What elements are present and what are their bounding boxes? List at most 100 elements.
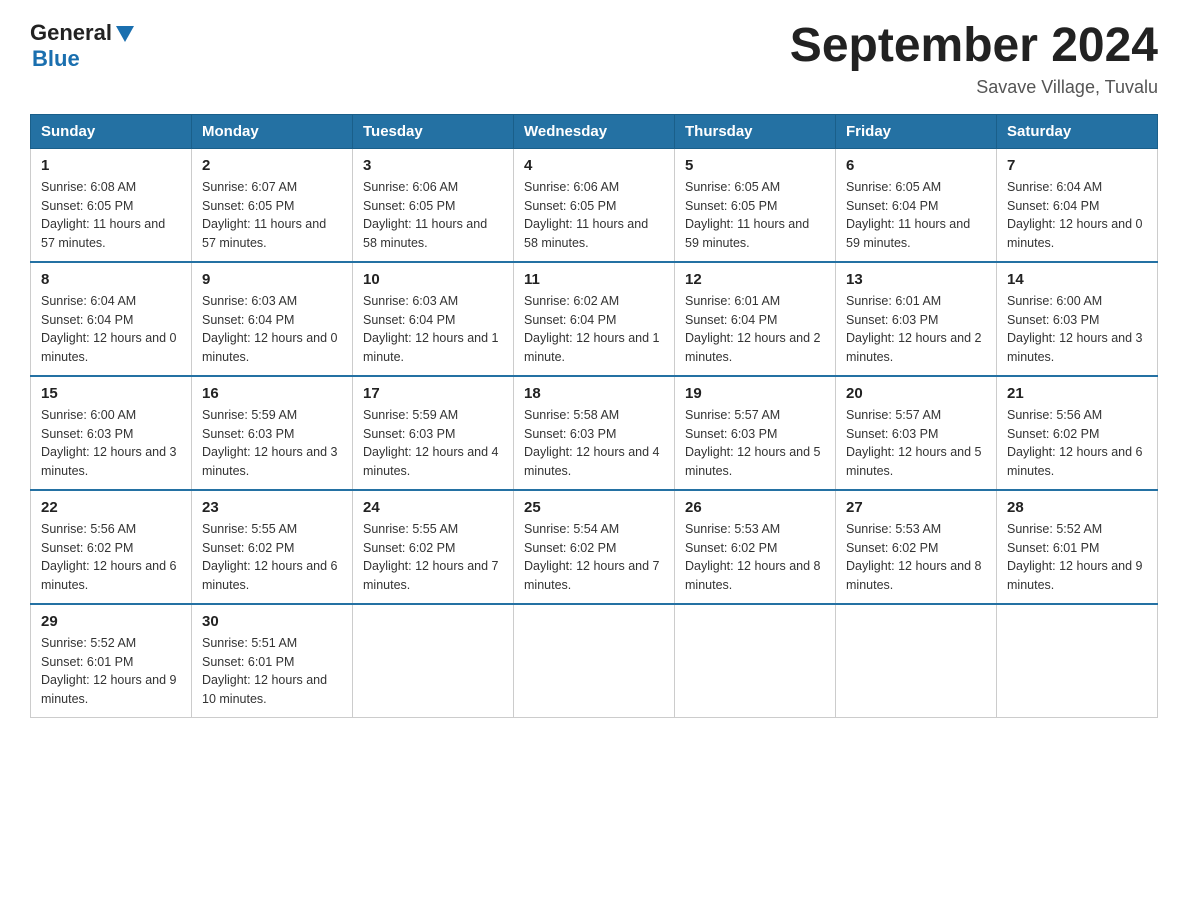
day-number: 19 xyxy=(685,385,825,402)
calendar-cell: 20 Sunrise: 5:57 AMSunset: 6:03 PMDayligh… xyxy=(836,376,997,490)
day-number: 20 xyxy=(846,385,986,402)
calendar-cell: 12 Sunrise: 6:01 AMSunset: 6:04 PMDayligh… xyxy=(675,262,836,376)
calendar-cell: 25 Sunrise: 5:54 AMSunset: 6:02 PMDayligh… xyxy=(514,490,675,604)
day-info: Sunrise: 5:54 AMSunset: 6:02 PMDaylight:… xyxy=(524,520,664,595)
calendar-cell: 30 Sunrise: 5:51 AMSunset: 6:01 PMDayligh… xyxy=(192,604,353,718)
day-info: Sunrise: 6:03 AMSunset: 6:04 PMDaylight:… xyxy=(202,292,342,367)
calendar-cell: 18Sunrise: 5:58 AMSunset: 6:03 PMDayligh… xyxy=(514,376,675,490)
day-info: Sunrise: 5:58 AMSunset: 6:03 PMDaylight:… xyxy=(524,406,664,481)
calendar-cell: 22 Sunrise: 5:56 AMSunset: 6:02 PMDayligh… xyxy=(31,490,192,604)
calendar-cell: 24 Sunrise: 5:55 AMSunset: 6:02 PMDayligh… xyxy=(353,490,514,604)
day-info: Sunrise: 5:55 AMSunset: 6:02 PMDaylight:… xyxy=(363,520,503,595)
calendar-cell: 15 Sunrise: 6:00 AMSunset: 6:03 PMDayligh… xyxy=(31,376,192,490)
calendar-cell: 23 Sunrise: 5:55 AMSunset: 6:02 PMDayligh… xyxy=(192,490,353,604)
day-info: Sunrise: 6:07 AMSunset: 6:05 PMDaylight:… xyxy=(202,178,342,253)
calendar-cell: 26 Sunrise: 5:53 AMSunset: 6:02 PMDayligh… xyxy=(675,490,836,604)
header-saturday: Saturday xyxy=(997,114,1158,148)
calendar-cell xyxy=(514,604,675,718)
header-tuesday: Tuesday xyxy=(353,114,514,148)
calendar-cell: 9 Sunrise: 6:03 AMSunset: 6:04 PMDaylight… xyxy=(192,262,353,376)
day-number: 5 xyxy=(685,157,825,174)
calendar-cell: 14 Sunrise: 6:00 AMSunset: 6:03 PMDayligh… xyxy=(997,262,1158,376)
day-info: Sunrise: 5:59 AMSunset: 6:03 PMDaylight:… xyxy=(363,406,503,481)
logo: General Blue xyxy=(30,20,136,72)
day-info: Sunrise: 6:04 AMSunset: 6:04 PMDaylight:… xyxy=(1007,178,1147,253)
day-number: 21 xyxy=(1007,385,1147,402)
day-number: 23 xyxy=(202,499,342,516)
calendar-cell: 29 Sunrise: 5:52 AMSunset: 6:01 PMDayligh… xyxy=(31,604,192,718)
calendar-week-row: 29 Sunrise: 5:52 AMSunset: 6:01 PMDayligh… xyxy=(31,604,1158,718)
header-wednesday: Wednesday xyxy=(514,114,675,148)
day-info: Sunrise: 6:04 AMSunset: 6:04 PMDaylight:… xyxy=(41,292,181,367)
day-info: Sunrise: 6:03 AMSunset: 6:04 PMDaylight:… xyxy=(363,292,503,367)
calendar-cell: 8Sunrise: 6:04 AMSunset: 6:04 PMDaylight… xyxy=(31,262,192,376)
day-number: 3 xyxy=(363,157,503,174)
day-info: Sunrise: 5:55 AMSunset: 6:02 PMDaylight:… xyxy=(202,520,342,595)
header-sunday: Sunday xyxy=(31,114,192,148)
day-number: 10 xyxy=(363,271,503,288)
header-thursday: Thursday xyxy=(675,114,836,148)
calendar-cell: 17 Sunrise: 5:59 AMSunset: 6:03 PMDayligh… xyxy=(353,376,514,490)
calendar-table: SundayMondayTuesdayWednesdayThursdayFrid… xyxy=(30,114,1158,718)
day-number: 1 xyxy=(41,157,181,174)
calendar-cell xyxy=(353,604,514,718)
day-info: Sunrise: 6:00 AMSunset: 6:03 PMDaylight:… xyxy=(41,406,181,481)
day-number: 30 xyxy=(202,613,342,630)
day-info: Sunrise: 6:01 AMSunset: 6:03 PMDaylight:… xyxy=(846,292,986,367)
day-number: 12 xyxy=(685,271,825,288)
calendar-cell: 5 Sunrise: 6:05 AMSunset: 6:05 PMDaylight… xyxy=(675,148,836,262)
day-info: Sunrise: 5:51 AMSunset: 6:01 PMDaylight:… xyxy=(202,634,342,709)
calendar-cell xyxy=(675,604,836,718)
header-monday: Monday xyxy=(192,114,353,148)
day-info: Sunrise: 6:06 AMSunset: 6:05 PMDaylight:… xyxy=(363,178,503,253)
day-number: 16 xyxy=(202,385,342,402)
month-title: September 2024 xyxy=(790,20,1158,73)
logo-general: General xyxy=(30,20,112,46)
day-number: 15 xyxy=(41,385,181,402)
title-block: September 2024 Savave Village, Tuvalu xyxy=(790,20,1158,98)
day-info: Sunrise: 5:56 AMSunset: 6:02 PMDaylight:… xyxy=(41,520,181,595)
day-info: Sunrise: 6:05 AMSunset: 6:05 PMDaylight:… xyxy=(685,178,825,253)
day-number: 2 xyxy=(202,157,342,174)
calendar-cell: 27 Sunrise: 5:53 AMSunset: 6:02 PMDayligh… xyxy=(836,490,997,604)
day-info: Sunrise: 5:56 AMSunset: 6:02 PMDaylight:… xyxy=(1007,406,1147,481)
day-info: Sunrise: 5:52 AMSunset: 6:01 PMDaylight:… xyxy=(1007,520,1147,595)
day-number: 22 xyxy=(41,499,181,516)
calendar-cell: 21 Sunrise: 5:56 AMSunset: 6:02 PMDayligh… xyxy=(997,376,1158,490)
day-number: 7 xyxy=(1007,157,1147,174)
day-info: Sunrise: 6:00 AMSunset: 6:03 PMDaylight:… xyxy=(1007,292,1147,367)
day-number: 14 xyxy=(1007,271,1147,288)
day-number: 17 xyxy=(363,385,503,402)
day-info: Sunrise: 5:53 AMSunset: 6:02 PMDaylight:… xyxy=(846,520,986,595)
calendar-cell: 19 Sunrise: 5:57 AMSunset: 6:03 PMDayligh… xyxy=(675,376,836,490)
calendar-cell: 10 Sunrise: 6:03 AMSunset: 6:04 PMDayligh… xyxy=(353,262,514,376)
day-number: 28 xyxy=(1007,499,1147,516)
calendar-cell: 13 Sunrise: 6:01 AMSunset: 6:03 PMDayligh… xyxy=(836,262,997,376)
day-number: 25 xyxy=(524,499,664,516)
day-info: Sunrise: 6:01 AMSunset: 6:04 PMDaylight:… xyxy=(685,292,825,367)
calendar-week-row: 1 Sunrise: 6:08 AMSunset: 6:05 PMDaylight… xyxy=(31,148,1158,262)
calendar-week-row: 8Sunrise: 6:04 AMSunset: 6:04 PMDaylight… xyxy=(31,262,1158,376)
day-number: 9 xyxy=(202,271,342,288)
day-info: Sunrise: 6:06 AMSunset: 6:05 PMDaylight:… xyxy=(524,178,664,253)
day-info: Sunrise: 6:05 AMSunset: 6:04 PMDaylight:… xyxy=(846,178,986,253)
calendar-cell: 3 Sunrise: 6:06 AMSunset: 6:05 PMDaylight… xyxy=(353,148,514,262)
day-info: Sunrise: 5:53 AMSunset: 6:02 PMDaylight:… xyxy=(685,520,825,595)
day-number: 4 xyxy=(524,157,664,174)
day-info: Sunrise: 5:57 AMSunset: 6:03 PMDaylight:… xyxy=(685,406,825,481)
calendar-cell: 4 Sunrise: 6:06 AMSunset: 6:05 PMDaylight… xyxy=(514,148,675,262)
calendar-cell: 6Sunrise: 6:05 AMSunset: 6:04 PMDaylight… xyxy=(836,148,997,262)
calendar-cell: 1 Sunrise: 6:08 AMSunset: 6:05 PMDaylight… xyxy=(31,148,192,262)
calendar-cell xyxy=(997,604,1158,718)
day-info: Sunrise: 5:57 AMSunset: 6:03 PMDaylight:… xyxy=(846,406,986,481)
calendar-cell: 28 Sunrise: 5:52 AMSunset: 6:01 PMDayligh… xyxy=(997,490,1158,604)
day-number: 27 xyxy=(846,499,986,516)
calendar-cell: 16Sunrise: 5:59 AMSunset: 6:03 PMDayligh… xyxy=(192,376,353,490)
day-info: Sunrise: 6:08 AMSunset: 6:05 PMDaylight:… xyxy=(41,178,181,253)
day-info: Sunrise: 5:52 AMSunset: 6:01 PMDaylight:… xyxy=(41,634,181,709)
day-number: 13 xyxy=(846,271,986,288)
day-number: 24 xyxy=(363,499,503,516)
day-number: 26 xyxy=(685,499,825,516)
page-header: General Blue September 2024 Savave Villa… xyxy=(30,20,1158,98)
day-number: 29 xyxy=(41,613,181,630)
